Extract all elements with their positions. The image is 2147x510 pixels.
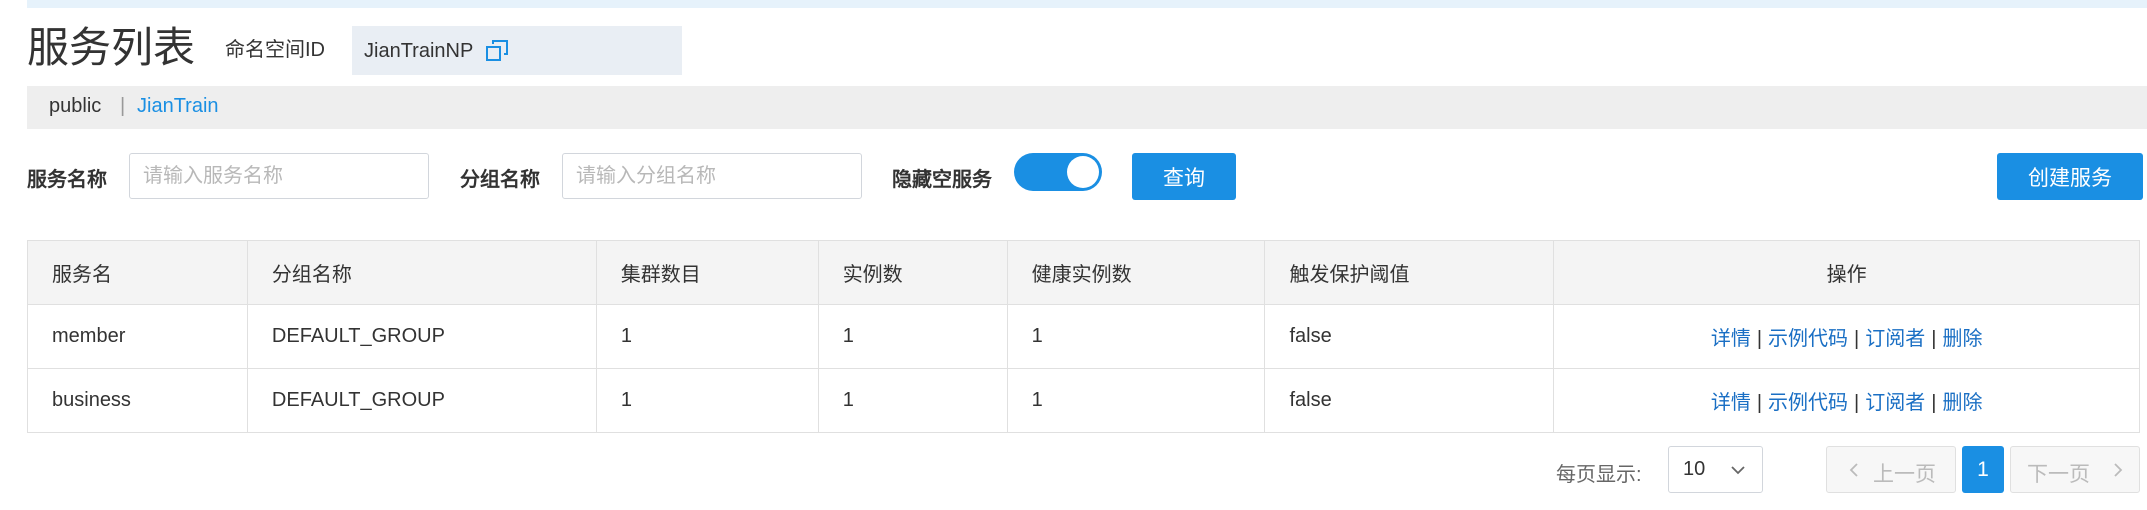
- column-header-service-name: 服务名: [27, 240, 248, 305]
- hide-empty-services-label: 隐藏空服务: [892, 169, 992, 191]
- cell-healthy-instance-count: 1: [1006, 304, 1266, 369]
- group-name-input[interactable]: [562, 153, 862, 199]
- namespace-id-box: JianTrainNP: [352, 26, 682, 75]
- chevron-down-icon: [1731, 466, 1745, 475]
- page-title: 服务列表: [27, 24, 196, 71]
- service-table: 服务名 分组名称 集群数目 实例数 健康实例数 触发保护阈值 操作 member…: [27, 240, 2140, 433]
- chevron-right-icon: [2114, 463, 2123, 477]
- column-header-group-name: 分组名称: [246, 240, 597, 305]
- cell-service-name: business: [27, 368, 248, 433]
- page-size-select[interactable]: 10: [1668, 446, 1763, 493]
- action-separator: |: [1854, 328, 1860, 350]
- sample-code-link[interactable]: 示例代码: [1768, 328, 1848, 350]
- cell-instance-count: 1: [817, 304, 1008, 369]
- prev-page-label: 上一页: [1873, 463, 1936, 486]
- namespace-separator: |: [120, 95, 126, 117]
- column-header-instance-count: 实例数: [817, 240, 1008, 305]
- cell-instance-count: 1: [817, 368, 1008, 433]
- sample-code-link[interactable]: 示例代码: [1768, 392, 1848, 414]
- column-header-cluster-count: 集群数目: [595, 240, 819, 305]
- prev-page-button[interactable]: 上一页: [1826, 446, 1956, 493]
- service-name-input[interactable]: [129, 153, 429, 199]
- cell-group-name: DEFAULT_GROUP: [246, 304, 597, 369]
- cell-operations: 详情 | 示例代码 | 订阅者 | 删除: [1553, 368, 2140, 433]
- group-name-label: 分组名称: [460, 169, 540, 191]
- table-row: business DEFAULT_GROUP 1 1 1 false 详情 | 示例…: [27, 368, 2140, 433]
- action-separator: |: [1756, 328, 1763, 350]
- toggle-knob: [1067, 156, 1099, 188]
- cell-cluster-count: 1: [595, 368, 819, 433]
- service-name-label: 服务名称: [27, 169, 107, 191]
- hide-empty-services-toggle[interactable]: [1014, 153, 1102, 191]
- page-number-current[interactable]: 1: [1962, 446, 2004, 493]
- namespace-public-link[interactable]: public: [49, 95, 101, 118]
- page-size-label: 每页显示:: [1556, 464, 1642, 486]
- details-link[interactable]: 详情: [1711, 328, 1751, 350]
- namespace-id-label: 命名空间ID: [225, 39, 325, 61]
- page-size-value: 10: [1683, 458, 1706, 480]
- action-separator: |: [1931, 392, 1937, 414]
- cell-protect-threshold: false: [1264, 304, 1555, 369]
- column-header-healthy-instance-count: 健康实例数: [1006, 240, 1266, 305]
- namespace-jiantrain-link[interactable]: JianTrain: [137, 95, 219, 118]
- subscribers-link[interactable]: 订阅者: [1865, 392, 1925, 414]
- next-page-label: 下一页: [2027, 463, 2090, 486]
- cell-protect-threshold: false: [1264, 368, 1555, 433]
- cell-healthy-instance-count: 1: [1006, 368, 1266, 433]
- namespace-id-value: JianTrainNP: [364, 40, 474, 62]
- cell-cluster-count: 1: [595, 304, 819, 369]
- namespace-bar: public | JianTrain: [27, 86, 2147, 129]
- cell-service-name: member: [27, 304, 248, 369]
- cell-operations: 详情 | 示例代码 | 订阅者 | 删除: [1553, 304, 2140, 369]
- next-page-button[interactable]: 下一页: [2010, 446, 2140, 493]
- column-header-operations: 操作: [1553, 240, 2140, 305]
- delete-link[interactable]: 删除: [1942, 392, 1982, 414]
- column-header-protect-threshold: 触发保护阈值: [1264, 240, 1555, 305]
- action-separator: |: [1931, 328, 1937, 350]
- table-header-row: 服务名 分组名称 集群数目 实例数 健康实例数 触发保护阈值 操作: [27, 240, 2140, 305]
- table-row: member DEFAULT_GROUP 1 1 1 false 详情 | 示例代码…: [27, 304, 2140, 369]
- action-separator: |: [1756, 392, 1763, 414]
- create-service-button[interactable]: 创建服务: [1997, 153, 2143, 200]
- copy-icon[interactable]: [484, 38, 510, 64]
- details-link[interactable]: 详情: [1711, 392, 1751, 414]
- query-button[interactable]: 查询: [1132, 153, 1236, 200]
- cell-group-name: DEFAULT_GROUP: [246, 368, 597, 433]
- top-notice-strip: [27, 0, 2147, 8]
- delete-link[interactable]: 删除: [1942, 328, 1982, 350]
- action-separator: |: [1854, 392, 1860, 414]
- chevron-left-icon: [1849, 463, 1858, 477]
- subscribers-link[interactable]: 订阅者: [1865, 328, 1925, 350]
